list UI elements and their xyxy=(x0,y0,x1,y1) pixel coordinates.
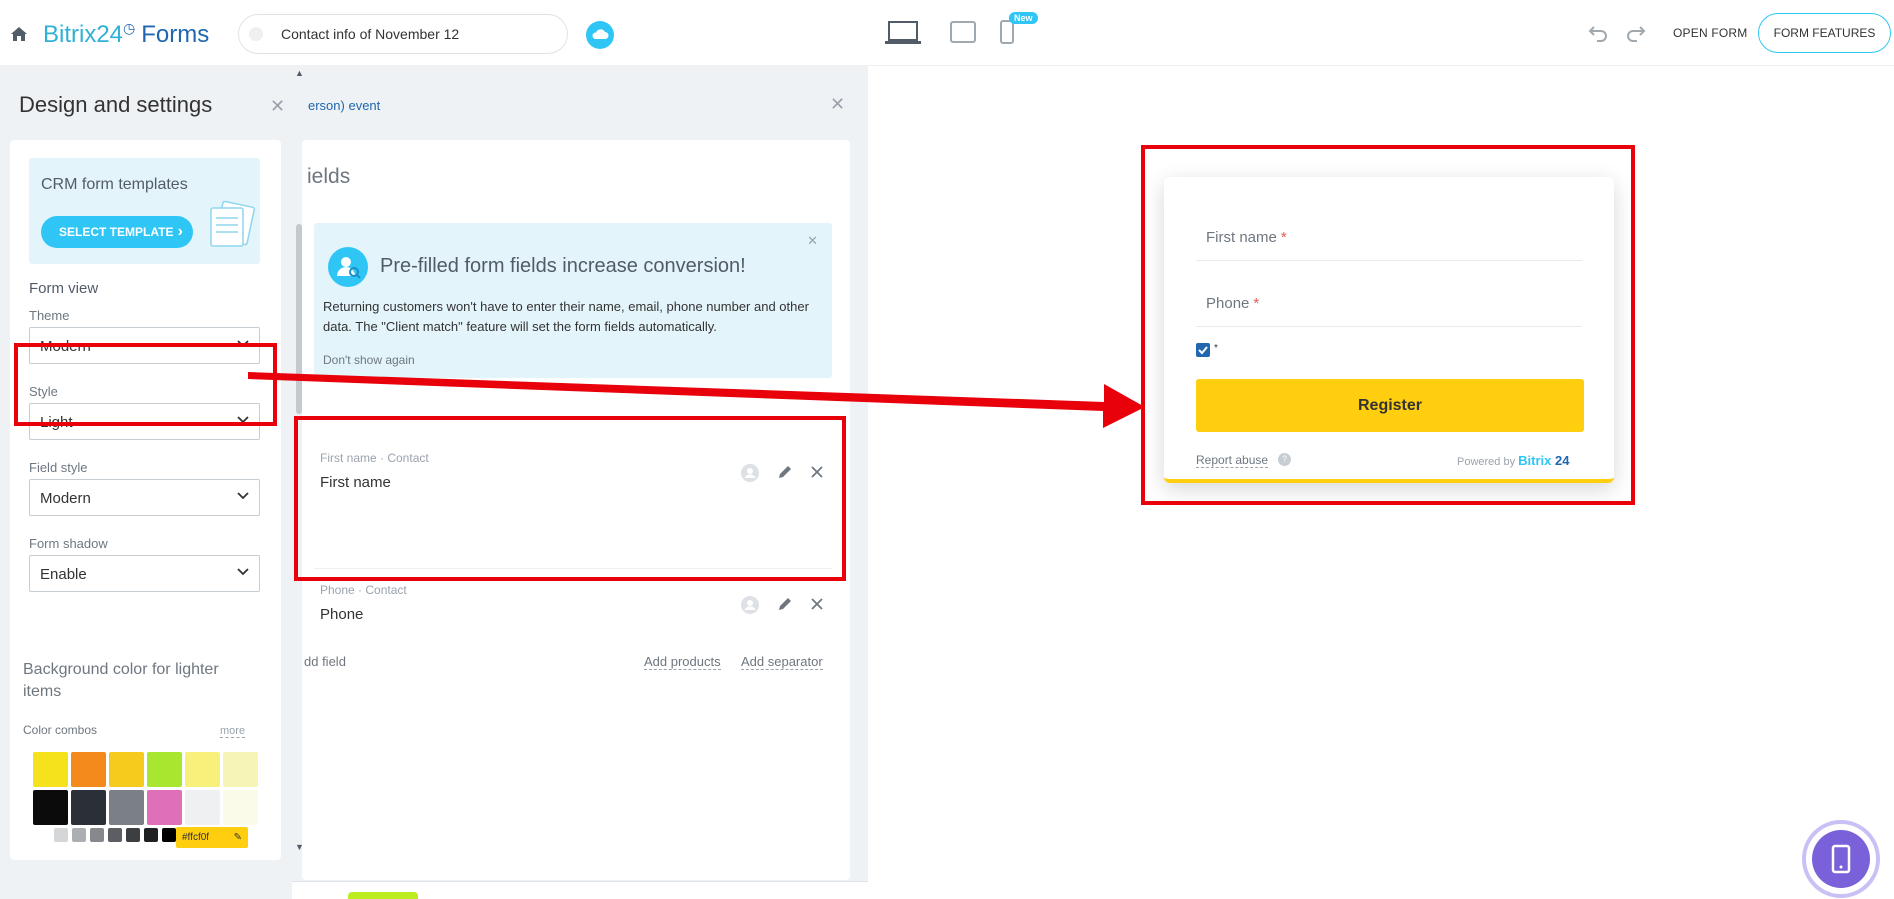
mobile-preview-button[interactable] xyxy=(1802,820,1880,898)
annotation-arrow xyxy=(248,372,1145,428)
app-root: Bitrix24◷ Forms Contact info of November … xyxy=(0,0,1894,899)
mobile-icon xyxy=(1812,830,1870,888)
